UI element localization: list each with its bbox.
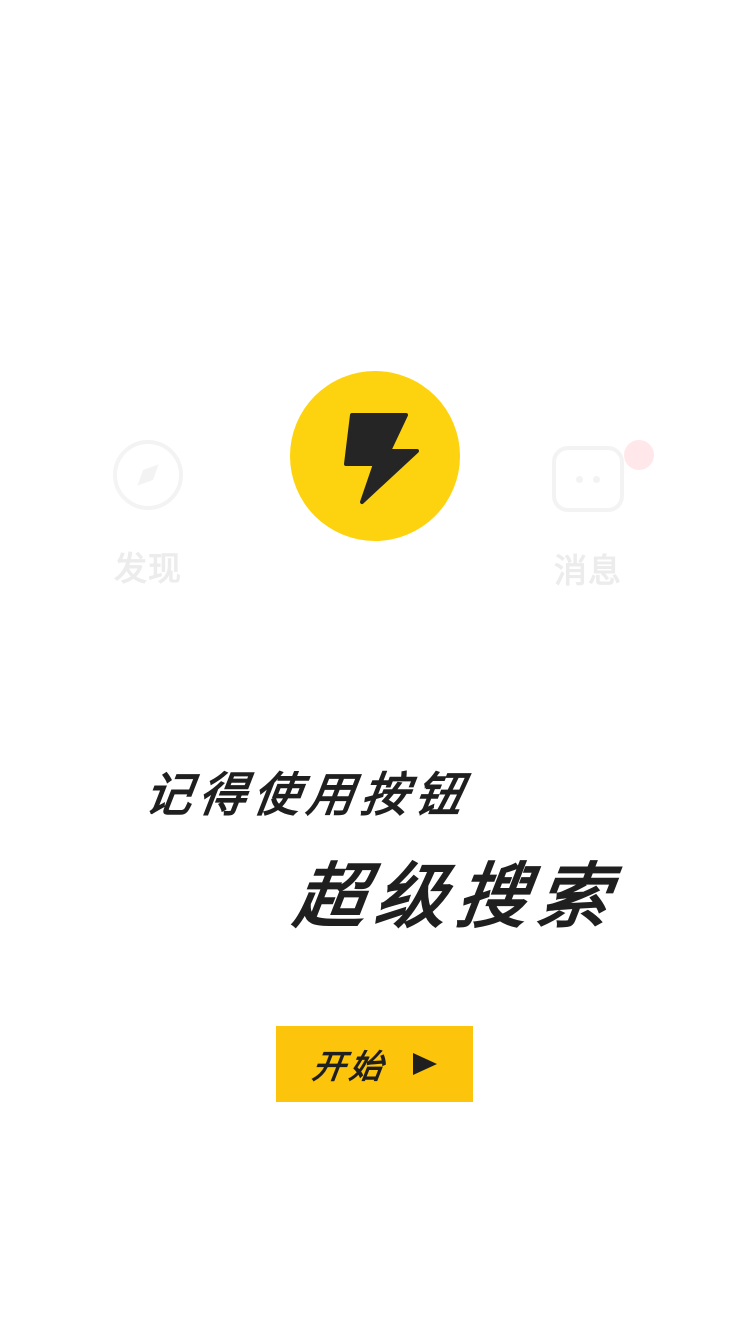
start-button[interactable]: 开始 <box>276 1026 473 1102</box>
message-icon <box>552 446 624 512</box>
slogan-line-2: 超级搜索 <box>289 855 626 938</box>
notification-dot <box>624 440 654 470</box>
background-nav-discover-label: 发现 <box>114 549 182 588</box>
start-button-label: 开始 <box>309 1047 389 1086</box>
app-logo <box>290 371 460 541</box>
compass-icon <box>113 440 183 510</box>
lightning-bolt-icon <box>344 413 419 504</box>
play-icon <box>412 1053 437 1075</box>
background-nav-messages: 消息 <box>538 440 654 592</box>
background-nav-discover: 发现 <box>98 440 198 590</box>
background-nav-messages-label: 消息 <box>554 551 622 590</box>
slogan-line-1: 记得使用按钮 <box>141 768 474 823</box>
